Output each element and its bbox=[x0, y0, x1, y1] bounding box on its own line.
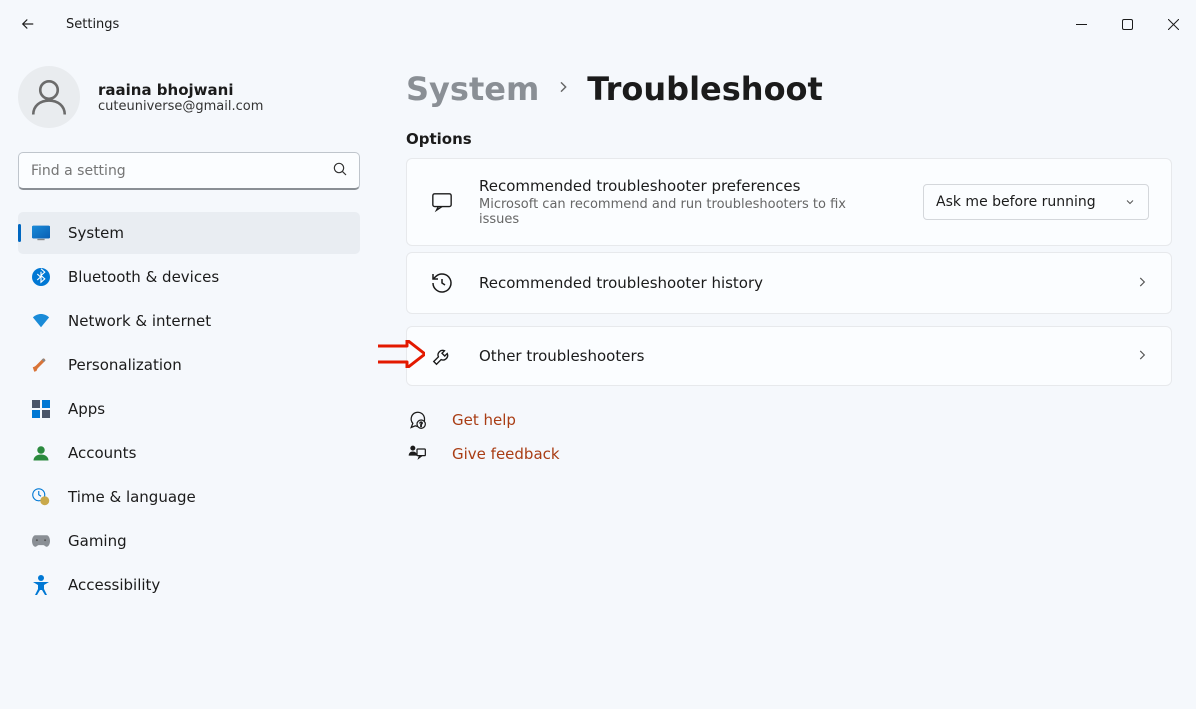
sidebar-item-apps[interactable]: Apps bbox=[18, 388, 360, 430]
history-icon bbox=[429, 271, 455, 295]
main-container: raaina bhojwani cuteuniverse@gmail.com S… bbox=[0, 48, 1196, 709]
close-icon bbox=[1168, 19, 1179, 30]
feedback-icon bbox=[406, 444, 428, 464]
chevron-down-icon bbox=[1124, 196, 1136, 208]
profile-text: raaina bhojwani cuteuniverse@gmail.com bbox=[98, 81, 263, 114]
breadcrumb-parent[interactable]: System bbox=[406, 70, 539, 108]
window-controls bbox=[1058, 8, 1196, 40]
card-other-troubleshooters[interactable]: Other troubleshooters bbox=[406, 326, 1172, 386]
clock-globe-icon bbox=[32, 488, 50, 506]
chevron-right-icon bbox=[1135, 347, 1149, 366]
section-label: Options bbox=[406, 130, 1172, 148]
sidebar-item-time[interactable]: Time & language bbox=[18, 476, 360, 518]
close-button[interactable] bbox=[1150, 8, 1196, 40]
link-row-feedback: Give feedback bbox=[406, 444, 1172, 464]
prefs-dropdown[interactable]: Ask me before running bbox=[923, 184, 1149, 220]
minimize-icon bbox=[1076, 19, 1087, 30]
page-title: Troubleshoot bbox=[587, 70, 823, 108]
nav: System Bluetooth & devices Network & int… bbox=[18, 212, 360, 606]
svg-text:?: ? bbox=[420, 423, 423, 429]
sidebar-item-accessibility[interactable]: Accessibility bbox=[18, 564, 360, 606]
accounts-icon bbox=[32, 444, 50, 462]
maximize-button[interactable] bbox=[1104, 8, 1150, 40]
card-troubleshooter-prefs: Recommended troubleshooter preferences M… bbox=[406, 158, 1172, 246]
minimize-button[interactable] bbox=[1058, 8, 1104, 40]
dropdown-value: Ask me before running bbox=[936, 194, 1096, 210]
card-body: Other troubleshooters bbox=[479, 347, 1111, 365]
help-links: ? Get help Give feedback bbox=[406, 410, 1172, 464]
paintbrush-icon bbox=[32, 356, 50, 374]
card-title: Recommended troubleshooter history bbox=[479, 274, 1111, 292]
accessibility-icon bbox=[32, 576, 50, 594]
avatar bbox=[18, 66, 80, 128]
card-subtitle: Microsoft can recommend and run troubles… bbox=[479, 197, 879, 227]
wifi-icon bbox=[32, 312, 50, 330]
profile-name: raaina bhojwani bbox=[98, 81, 263, 99]
sidebar-item-label: Accounts bbox=[68, 444, 136, 462]
person-icon bbox=[28, 76, 70, 118]
wrench-icon bbox=[429, 345, 455, 367]
sidebar-item-label: Gaming bbox=[68, 532, 127, 550]
annotation-arrow-icon bbox=[378, 340, 425, 372]
bluetooth-icon bbox=[32, 268, 50, 286]
app-title: Settings bbox=[66, 17, 119, 32]
titlebar-left: Settings bbox=[18, 14, 119, 34]
chevron-right-icon bbox=[1135, 274, 1149, 293]
breadcrumb: System Troubleshoot bbox=[406, 70, 1172, 108]
search-input[interactable] bbox=[18, 152, 360, 190]
profile-email: cuteuniverse@gmail.com bbox=[98, 99, 263, 114]
help-icon: ? bbox=[406, 410, 428, 430]
profile-block[interactable]: raaina bhojwani cuteuniverse@gmail.com bbox=[18, 66, 360, 128]
chat-icon bbox=[429, 191, 455, 213]
apps-icon bbox=[32, 400, 50, 418]
sidebar-item-network[interactable]: Network & internet bbox=[18, 300, 360, 342]
sidebar-item-label: Bluetooth & devices bbox=[68, 268, 219, 286]
back-button[interactable] bbox=[18, 14, 38, 34]
sidebar-item-label: Apps bbox=[68, 400, 105, 418]
sidebar-item-bluetooth[interactable]: Bluetooth & devices bbox=[18, 256, 360, 298]
sidebar: raaina bhojwani cuteuniverse@gmail.com S… bbox=[0, 48, 378, 709]
give-feedback-link[interactable]: Give feedback bbox=[452, 445, 560, 463]
system-icon bbox=[32, 224, 50, 242]
sidebar-item-label: Accessibility bbox=[68, 576, 160, 594]
sidebar-item-label: Personalization bbox=[68, 356, 182, 374]
search-wrap bbox=[18, 152, 360, 190]
card-troubleshooter-history[interactable]: Recommended troubleshooter history bbox=[406, 252, 1172, 314]
link-row-help: ? Get help bbox=[406, 410, 1172, 430]
sidebar-item-label: System bbox=[68, 224, 124, 242]
sidebar-item-accounts[interactable]: Accounts bbox=[18, 432, 360, 474]
card-title: Other troubleshooters bbox=[479, 347, 1111, 365]
card-body: Recommended troubleshooter history bbox=[479, 274, 1111, 292]
gamepad-icon bbox=[32, 532, 50, 550]
sidebar-item-system[interactable]: System bbox=[18, 212, 360, 254]
sidebar-item-gaming[interactable]: Gaming bbox=[18, 520, 360, 562]
card-title: Recommended troubleshooter preferences bbox=[479, 177, 899, 195]
content: System Troubleshoot Options Recommended … bbox=[378, 48, 1196, 709]
sidebar-item-personalization[interactable]: Personalization bbox=[18, 344, 360, 386]
chevron-right-icon bbox=[555, 79, 571, 99]
arrow-left-icon bbox=[19, 15, 37, 33]
maximize-icon bbox=[1122, 19, 1133, 30]
card-body: Recommended troubleshooter preferences M… bbox=[479, 177, 899, 227]
sidebar-item-label: Time & language bbox=[68, 488, 196, 506]
sidebar-item-label: Network & internet bbox=[68, 312, 211, 330]
get-help-link[interactable]: Get help bbox=[452, 411, 516, 429]
titlebar: Settings bbox=[0, 0, 1196, 48]
search-icon bbox=[332, 161, 348, 181]
